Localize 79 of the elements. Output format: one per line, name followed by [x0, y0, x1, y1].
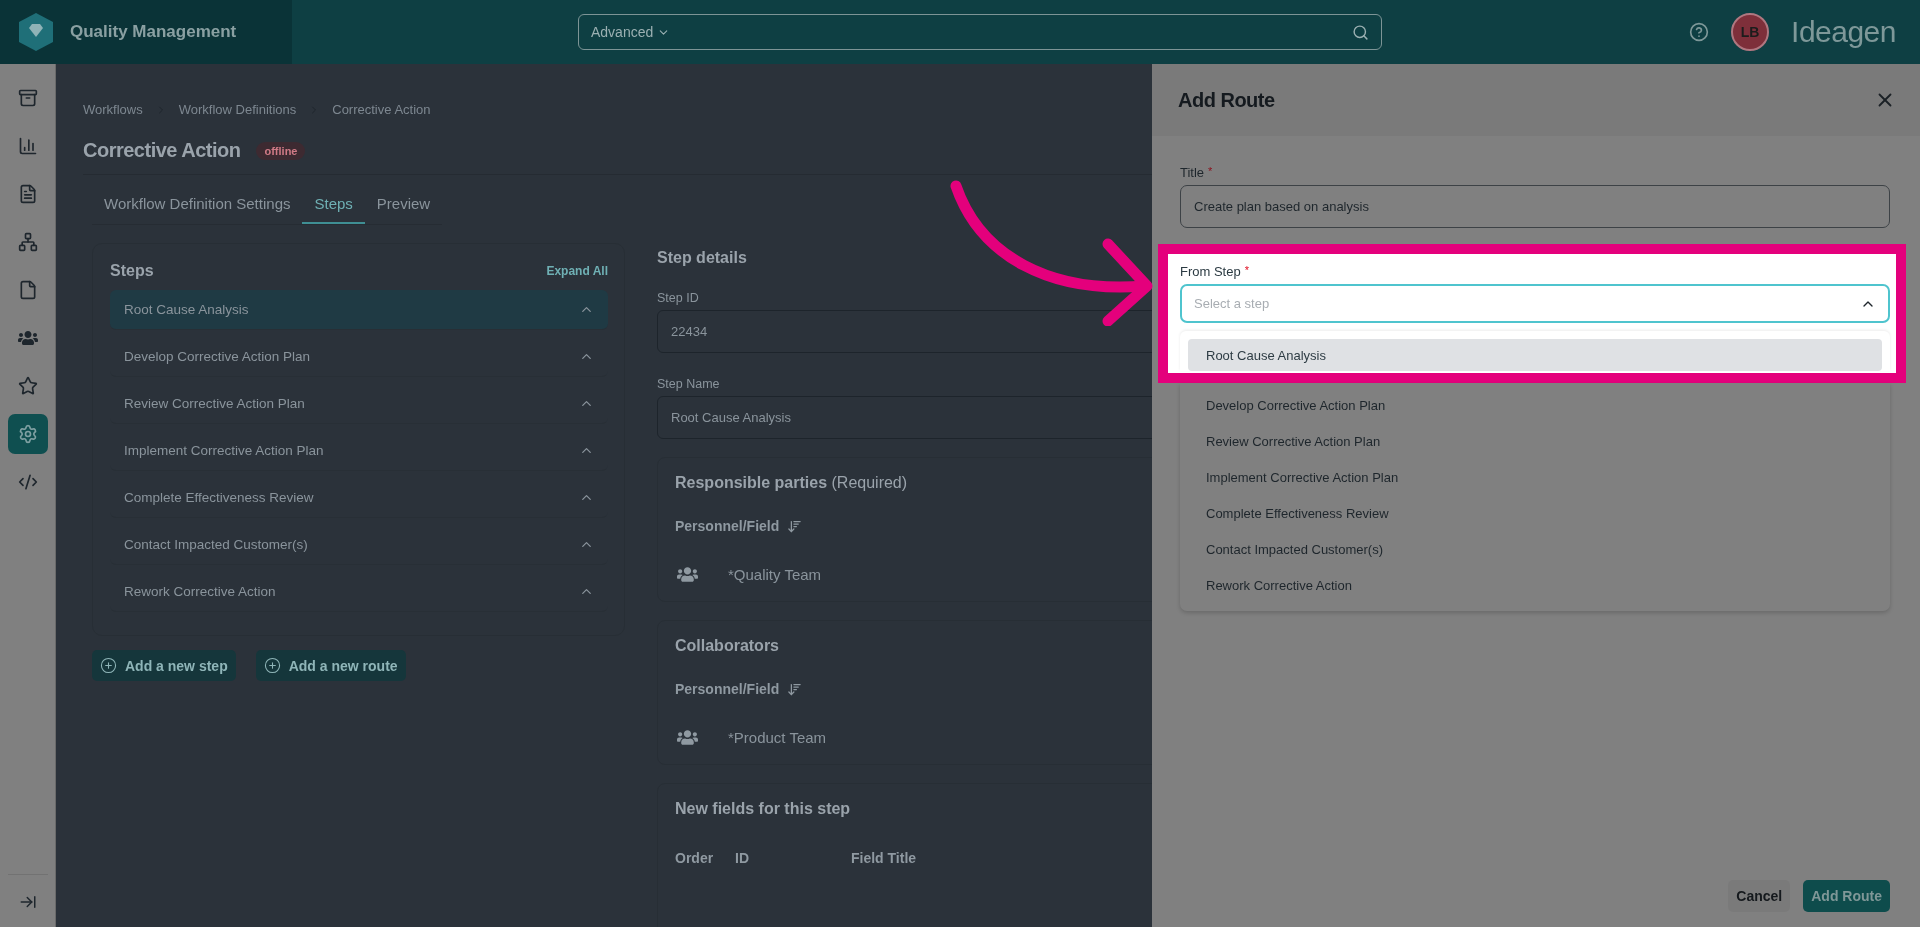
bar-chart-icon: [17, 136, 38, 156]
settings-icon: [17, 424, 38, 444]
users-icon: [677, 727, 698, 748]
page-title: Corrective Action: [83, 139, 241, 162]
users-icon: [17, 328, 38, 348]
step-label: Contact Impacted Customer(s): [124, 537, 308, 552]
app-title: Quality Management: [70, 22, 237, 42]
step-label: Complete Effectiveness Review: [124, 490, 314, 505]
entry-text: *Quality Team: [728, 566, 822, 583]
step-label: Rework Corrective Action: [124, 584, 276, 599]
search-icon[interactable]: [1352, 23, 1369, 41]
field-label: From Step: [1180, 264, 1241, 279]
star-icon: [17, 376, 38, 396]
required-mark: *: [1208, 165, 1213, 179]
section-title: Step details: [657, 249, 747, 266]
column-header: Field Title: [851, 850, 918, 866]
dropdown-option[interactable]: Develop Corrective Action Plan: [1188, 389, 1882, 421]
step-label: Root Cause Analysis: [124, 302, 249, 317]
tab[interactable]: Steps: [302, 185, 365, 224]
plus-circle-icon: [100, 657, 117, 674]
dropdown-option[interactable]: Complete Effectiveness Review: [1188, 497, 1882, 529]
column-header: Personnel/Field: [675, 518, 780, 534]
step-label: Implement Corrective Action Plan: [124, 443, 324, 458]
expand-all-link[interactable]: Expand All: [546, 264, 608, 278]
hierarchy-icon: [17, 232, 38, 252]
step-row[interactable]: Review Corrective Action Plan: [110, 384, 608, 424]
sort-icon[interactable]: [787, 518, 803, 534]
brand-logo: Ideagen: [1791, 15, 1896, 49]
add-button[interactable]: Add a new step: [92, 650, 236, 681]
step-select[interactable]: Select a step: [1180, 284, 1890, 323]
column-header: Personnel/Field: [675, 681, 780, 697]
step-row[interactable]: Rework Corrective Action: [110, 572, 608, 612]
step-row[interactable]: Root Cause Analysis: [110, 290, 608, 330]
field-label: Step ID: [657, 291, 700, 305]
tab[interactable]: Workflow Definition Settings: [92, 185, 303, 224]
search-scope-dropdown[interactable]: Advanced: [591, 24, 671, 40]
step-row[interactable]: Contact Impacted Customer(s): [110, 525, 608, 565]
field-label: Step Name: [657, 377, 721, 391]
step-label: Develop Corrective Action Plan: [124, 349, 311, 364]
column-header: ID: [735, 850, 750, 866]
dropdown-option[interactable]: Root Cause Analysis: [1188, 339, 1882, 371]
expand-sidebar-icon[interactable]: [18, 893, 37, 911]
add-button[interactable]: Add a new route: [255, 650, 406, 681]
status-badge: offline: [256, 141, 306, 160]
plus-circle-icon: [263, 657, 281, 674]
dropdown-option[interactable]: Review Corrective Action Plan: [1188, 425, 1882, 457]
step-label: Review Corrective Action Plan: [124, 396, 305, 411]
search-field[interactable]: Advanced: [578, 14, 1382, 50]
section-title: Responsible parties (Required): [675, 474, 909, 492]
breadcrumb-link[interactable]: Corrective Action: [332, 102, 431, 117]
column-header: Order: [675, 850, 715, 866]
breadcrumb-link[interactable]: Workflows: [83, 102, 143, 117]
drawer-title: Add Route: [1178, 88, 1275, 112]
entry-text: *Product Team: [728, 729, 827, 746]
logo-icon: [18, 12, 54, 52]
archive-icon: [17, 88, 38, 108]
sidebar-item[interactable]: [7, 414, 48, 454]
submit-button[interactable]: Add Route: [1803, 880, 1890, 912]
dropdown-option[interactable]: Rework Corrective Action: [1188, 569, 1882, 601]
step-row[interactable]: Complete Effectiveness Review: [110, 478, 608, 518]
step-row[interactable]: Implement Corrective Action Plan: [110, 431, 608, 471]
tab[interactable]: Preview: [364, 185, 443, 224]
section-title: Collaborators: [675, 637, 780, 655]
breadcrumb-link[interactable]: Workflow Definitions: [178, 102, 297, 117]
users-icon: [677, 564, 698, 585]
cancel-button[interactable]: Cancel: [1728, 880, 1791, 912]
field-label: Title: [1180, 165, 1205, 180]
input-field[interactable]: Root Cause Analysis: [657, 396, 1152, 439]
dropdown-option[interactable]: Implement Corrective Action Plan: [1188, 461, 1882, 493]
input-field[interactable]: 22434: [657, 310, 1152, 353]
required-mark: *: [1244, 264, 1249, 278]
section-title: New fields for this step: [675, 800, 852, 818]
code-icon: [17, 472, 38, 492]
dropdown-option[interactable]: Contact Impacted Customer(s): [1188, 533, 1882, 565]
card-title: Steps: [110, 262, 154, 280]
title-input[interactable]: Create plan based on analysis: [1180, 185, 1890, 228]
step-row[interactable]: Develop Corrective Action Plan: [110, 337, 608, 377]
sort-icon[interactable]: [787, 681, 803, 697]
help-icon[interactable]: [1689, 22, 1710, 42]
